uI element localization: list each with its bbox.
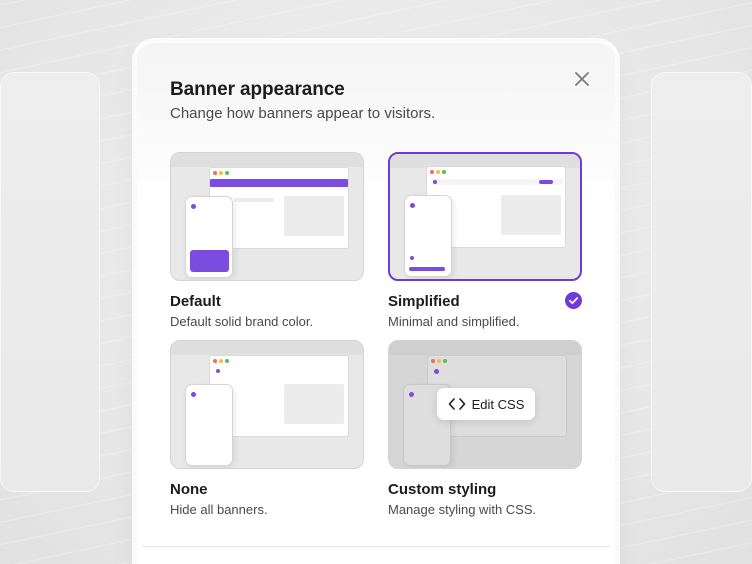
- background-card-right: [651, 72, 752, 492]
- background-card-left: [0, 72, 100, 492]
- option-none[interactable]: None Hide all banners.: [170, 340, 364, 517]
- footer-divider: [142, 546, 610, 547]
- option-custom-styling[interactable]: Edit CSS Custom styling Manage styling w…: [388, 340, 582, 517]
- custom-preview[interactable]: Edit CSS: [388, 340, 582, 469]
- option-description: Default solid brand color.: [170, 314, 314, 329]
- option-description: Minimal and simplified.: [388, 314, 520, 329]
- option-label: Default: [170, 293, 221, 310]
- edit-css-label: Edit CSS: [471, 396, 525, 412]
- close-icon: [575, 72, 589, 86]
- option-description: Hide all banners.: [170, 502, 268, 517]
- option-label: Custom styling: [388, 481, 497, 498]
- phone-mock: [185, 196, 233, 278]
- phone-banner-mock: [190, 250, 229, 272]
- option-description: Manage styling with CSS.: [388, 502, 537, 517]
- edit-css-button[interactable]: Edit CSS: [437, 388, 535, 420]
- simplified-preview[interactable]: [388, 152, 582, 281]
- dialog-subtitle: Change how banners appear to visitors.: [170, 105, 436, 122]
- code-icon: [448, 398, 465, 410]
- option-default[interactable]: Default Default solid brand color.: [170, 152, 364, 329]
- preview-frame: [171, 153, 363, 167]
- none-preview[interactable]: [170, 340, 364, 469]
- selected-check-icon: [565, 292, 582, 309]
- default-preview[interactable]: [170, 152, 364, 281]
- phone-mock: [185, 384, 233, 466]
- close-button[interactable]: [572, 69, 592, 89]
- dialog-title: Banner appearance: [170, 79, 345, 100]
- window-dots: [213, 171, 229, 175]
- option-label: None: [170, 481, 208, 498]
- desktop-banner-mock: [210, 179, 348, 187]
- option-label: Simplified: [388, 293, 460, 310]
- option-simplified[interactable]: Simplified Minimal and simplified.: [388, 152, 582, 329]
- phone-mock: [404, 195, 452, 277]
- banner-appearance-dialog: Banner appearance Change how banners app…: [137, 43, 615, 564]
